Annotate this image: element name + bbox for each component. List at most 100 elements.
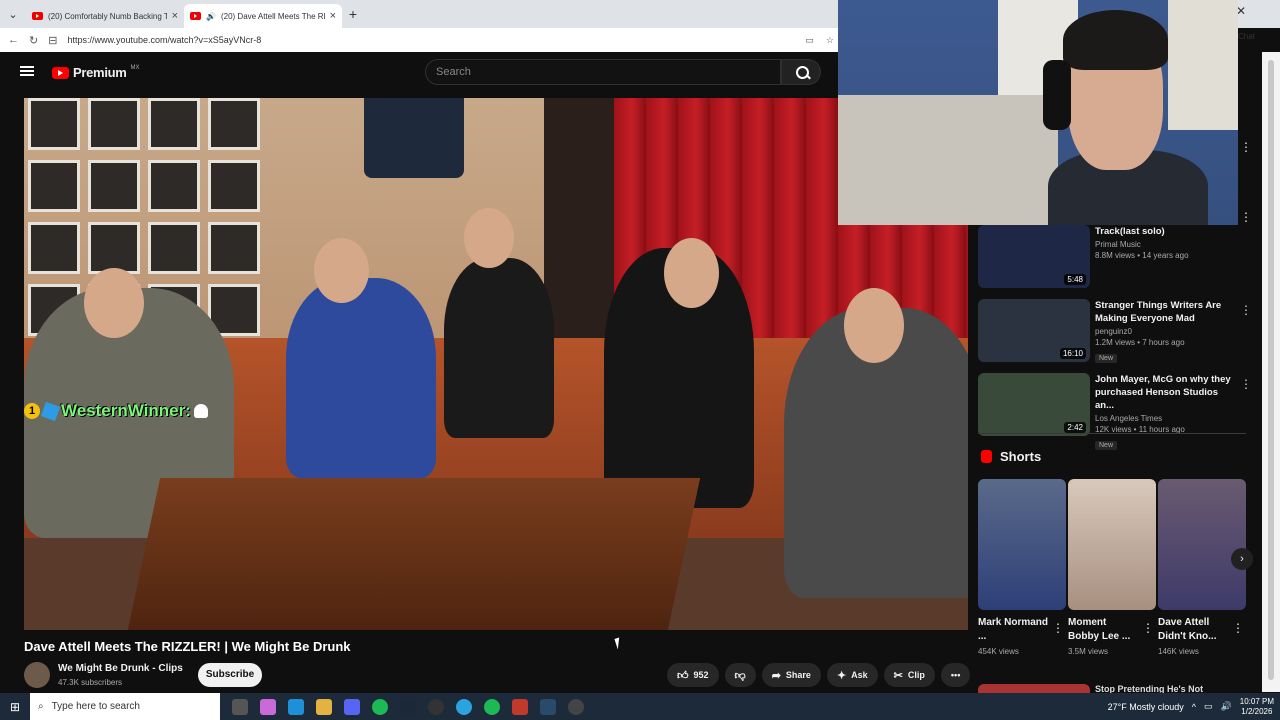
short-views: 146K views	[1158, 647, 1199, 656]
youtube-logo[interactable]: Premium MX	[52, 65, 140, 80]
list-item[interactable]: 5:48 Track(last solo) Primal Music 8.8M …	[978, 225, 1258, 299]
browser-tab-2[interactable]: 🔊 (20) Dave Attell Meets The RIZ ×	[184, 4, 342, 28]
more-options-icon[interactable]: ⋮	[1142, 621, 1154, 635]
short-item[interactable]: Moment Bobby Lee ... 3.5M views ⋮	[1068, 479, 1156, 656]
menu-icon[interactable]	[20, 66, 34, 76]
dislike-button[interactable]: 👎︎	[724, 663, 756, 687]
video-thumbnail[interactable]: 5:48	[978, 225, 1090, 288]
url-input[interactable]: https://www.youtube.com/watch?v=xS5ayVNc…	[67, 35, 795, 45]
back-icon[interactable]: ←	[8, 34, 19, 46]
file-explorer-icon[interactable]	[316, 698, 332, 715]
ask-button[interactable]: ✦ Ask	[826, 663, 878, 687]
network-icon[interactable]: ▭	[1204, 701, 1213, 712]
copilot-icon[interactable]	[260, 698, 276, 715]
telegram-icon[interactable]	[456, 698, 472, 715]
spotify-icon[interactable]	[372, 698, 388, 715]
channel-name[interactable]: Primal Music	[1095, 240, 1235, 249]
edge-icon[interactable]	[288, 698, 304, 715]
obs-icon[interactable]	[428, 698, 444, 715]
clip-button[interactable]: ✂ Clip	[883, 663, 935, 687]
scrollbar[interactable]	[1268, 60, 1274, 680]
video-title: Dave Attell Meets The RIZZLER! | We Migh…	[24, 639, 351, 654]
shorts-next-button[interactable]: ›	[1231, 548, 1253, 570]
volume-icon[interactable]: 🔊	[1221, 701, 1232, 712]
media-app-icon[interactable]	[512, 698, 528, 715]
short-thumbnail[interactable]	[978, 479, 1066, 610]
more-options-icon[interactable]: ⋮	[1240, 377, 1252, 391]
video-thumbnail[interactable]: 2:42	[978, 373, 1090, 436]
tray-chevron-icon[interactable]: ^	[1192, 702, 1196, 712]
chatgpt-icon[interactable]	[568, 698, 584, 715]
address-bar: ← ↻ ⊟ https://www.youtube.com/watch?v=xS…	[0, 28, 840, 52]
video-title[interactable]: Track(last solo)	[1095, 225, 1235, 238]
task-view-icon[interactable]	[232, 698, 248, 715]
browser-tab-1[interactable]: (20) Comfortably Numb Backing T ×	[26, 4, 184, 28]
more-options-icon[interactable]: ⋮	[1240, 303, 1252, 317]
search-input[interactable]: Search	[425, 59, 781, 85]
short-thumbnail[interactable]	[1068, 479, 1156, 610]
short-item[interactable]: Dave Attell Didn't Kno... 146K views ⋮	[1158, 479, 1246, 656]
close-tab-icon[interactable]: ×	[330, 10, 336, 22]
new-badge: New	[1095, 441, 1118, 450]
overlay-username: WesternWinner:	[61, 401, 191, 420]
more-actions-button[interactable]: •••	[940, 663, 971, 687]
like-count: 952	[693, 670, 709, 680]
duration-badge: 2:42	[1064, 422, 1086, 433]
list-item[interactable]: 16:10 Stranger Things Writers Are Making…	[978, 299, 1258, 373]
more-options-icon[interactable]: ⋮	[1240, 140, 1252, 154]
taskbar-apps	[232, 698, 584, 715]
more-options-icon[interactable]: ⋮	[1052, 621, 1064, 635]
site-info-icon[interactable]: ⊟	[48, 34, 57, 47]
reload-icon[interactable]: ↻	[29, 34, 38, 47]
more-options-icon[interactable]: ⋮	[1232, 621, 1244, 635]
short-title[interactable]: Dave Attell Didn't Kno...	[1158, 616, 1230, 644]
ghost-emote-icon	[193, 404, 208, 418]
close-tab-icon[interactable]: ×	[172, 10, 178, 22]
video-title[interactable]: John Mayer, McG on why they purchased He…	[1095, 373, 1235, 412]
new-tab-button[interactable]: +	[342, 6, 364, 22]
more-options-icon[interactable]: ⋮	[1240, 210, 1252, 224]
short-thumbnail[interactable]	[1158, 479, 1246, 610]
clock[interactable]: 10:07 PM 1/2/2026	[1240, 697, 1274, 717]
channel-avatar[interactable]	[24, 662, 50, 688]
video-meta: 1.2M views • 7 hours ago	[1095, 338, 1185, 347]
steam-icon[interactable]	[540, 698, 556, 715]
spotify-icon[interactable]	[484, 698, 500, 715]
weather-text[interactable]: 27°F Mostly cloudy	[1108, 702, 1184, 712]
short-title[interactable]: Moment Bobby Lee ...	[1068, 616, 1140, 644]
short-title[interactable]: Mark Normand ...	[978, 616, 1050, 644]
speaker-icon[interactable]: 🔊	[206, 12, 216, 21]
video-player[interactable]: 1 WesternWinner:	[24, 98, 968, 630]
subscribe-button[interactable]: Subscribe	[198, 663, 262, 687]
like-button[interactable]: 👍︎ 952	[667, 663, 719, 687]
list-item[interactable]: 2:42 John Mayer, McG on why they purchas…	[978, 373, 1258, 450]
share-label: Share	[785, 670, 811, 680]
channel-name[interactable]: We Might Be Drunk - Clips	[58, 663, 183, 674]
more-icon: •••	[950, 670, 961, 680]
share-button[interactable]: ➦ Share	[761, 663, 821, 687]
short-views: 3.5M views	[1068, 647, 1109, 656]
person-head	[464, 208, 514, 268]
video-title[interactable]: Stranger Things Writers Are Making Every…	[1095, 299, 1235, 325]
youtube-favicon-icon	[190, 12, 201, 20]
person-head	[84, 268, 144, 338]
person-head	[314, 238, 369, 303]
short-item[interactable]: Mark Normand ... 454K views ⋮	[978, 479, 1066, 656]
tab-search-icon[interactable]: ⌄	[0, 0, 26, 28]
search-icon[interactable]	[781, 59, 821, 85]
clip-label: Clip	[907, 670, 925, 680]
chat-button[interactable]: Chat	[1238, 32, 1255, 41]
discord-icon[interactable]	[344, 698, 360, 715]
ask-label: Ask	[851, 670, 868, 680]
taskbar-search-placeholder: Type here to search	[51, 701, 140, 712]
windows-start-icon[interactable]: ⊞	[0, 700, 30, 714]
steam-icon[interactable]	[400, 698, 416, 715]
reader-view-icon[interactable]: ▭	[805, 35, 814, 46]
taskbar-search[interactable]: ⌕ Type here to search	[30, 693, 220, 720]
channel-name[interactable]: Los Angeles Times	[1095, 414, 1235, 423]
channel-name[interactable]: penguinz0	[1095, 327, 1235, 336]
youtube-play-icon	[52, 66, 69, 79]
share-icon: ➦	[771, 669, 781, 682]
video-thumbnail[interactable]: 16:10	[978, 299, 1090, 362]
favorite-star-icon[interactable]: ☆	[826, 35, 834, 46]
